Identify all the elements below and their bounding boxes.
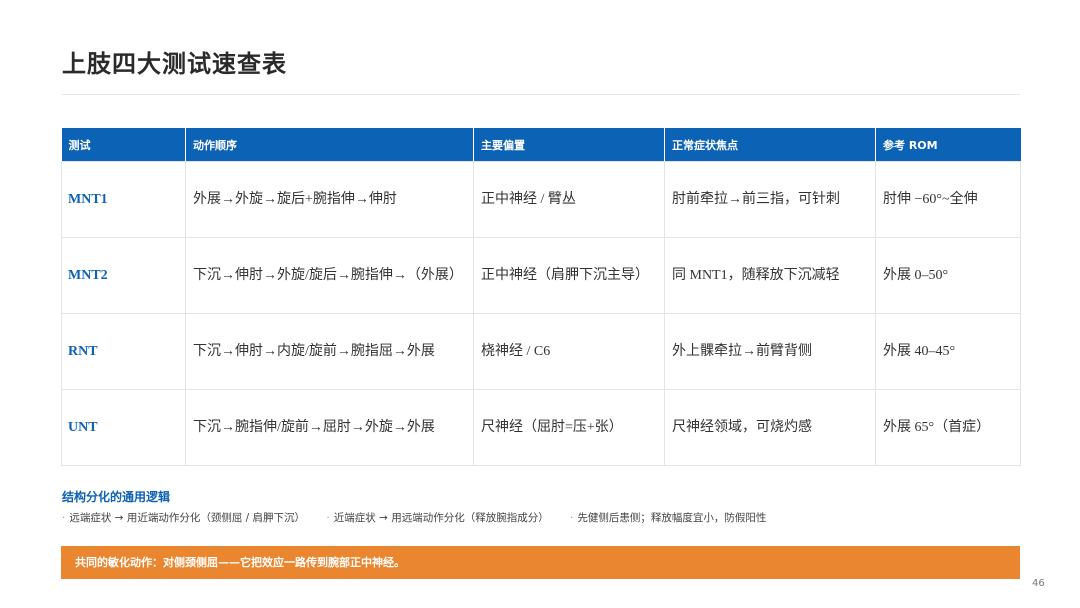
highlight-banner: 共同的敏化动作：对侧颈侧屈——它把效应一路传到腕部正中神经。 xyxy=(61,546,1020,579)
logic-section-title: 结构分化的通用逻辑 xyxy=(62,490,171,504)
logic-point-text: 先健侧后患侧；释放幅度宜小，防假阳性 xyxy=(577,512,767,524)
table-cell: 同 MNT1，随释放下沉减轻 xyxy=(664,237,876,314)
table-header-row: 测试 动作顺序 主要偏置 正常症状焦点 参考 ROM xyxy=(61,128,1021,162)
bullet-dot-icon: · xyxy=(570,512,574,524)
logic-point: · 先健侧后患侧；释放幅度宜小，防假阳性 xyxy=(570,512,766,524)
logic-point: · 近端症状 → 用远端动作分化（释放腕指成分） xyxy=(326,512,548,524)
table-cell: 外展 0–50° xyxy=(875,237,1021,314)
table-cell: 下沉→伸肘→外旋/旋后→腕指伸→（外展） xyxy=(185,237,474,314)
bullet-dot-icon: · xyxy=(326,512,330,524)
logic-point-text: 近端症状 → 用远端动作分化（释放腕指成分） xyxy=(333,512,549,524)
test-name-cell: RNT xyxy=(61,313,186,390)
table-row: MNT1 外展→外旋→旋后+腕指伸→伸肘 正中神经 / 臂丛 肘前牵拉→前三指，… xyxy=(61,161,1021,238)
table-cell: 肘前牵拉→前三指，可针刺 xyxy=(664,161,876,238)
test-name-cell: MNT1 xyxy=(61,161,186,238)
table-cell: 尺神经领域，可烧灼感 xyxy=(664,389,876,466)
table-row: UNT 下沉→腕指伸/旋前→屈肘→外旋→外展 尺神经（屈肘=压+张） 尺神经领域… xyxy=(61,389,1021,466)
logic-point-text: 远端症状 → 用近端动作分化（颈侧屈 / 肩胛下沉） xyxy=(69,512,306,524)
table-cell: 外上髁牵拉→前臂背侧 xyxy=(664,313,876,390)
table-cell: 外展 65°（首症） xyxy=(875,389,1021,466)
logic-points: · 远端症状 → 用近端动作分化（颈侧屈 / 肩胛下沉） · 近端症状 → 用远端动… xyxy=(62,510,784,525)
column-header: 动作顺序 xyxy=(185,128,474,162)
table-row: RNT 下沉→伸肘→内旋/旋前→腕指屈→外展 桡神经 / C6 外上髁牵拉→前臂… xyxy=(61,313,1021,390)
table-cell: 肘伸 −60°~全伸 xyxy=(875,161,1021,238)
table-cell: 正中神经（肩胛下沉主导） xyxy=(473,237,665,314)
bullet-dot-icon: · xyxy=(62,512,66,524)
title-divider xyxy=(62,94,1020,95)
page-title: 上肢四大测试速查表 xyxy=(62,50,287,78)
column-header: 主要偏置 xyxy=(473,128,665,162)
page-number: 46 xyxy=(1032,578,1045,589)
table-row: MNT2 下沉→伸肘→外旋/旋后→腕指伸→（外展） 正中神经（肩胛下沉主导） 同… xyxy=(61,237,1021,314)
table-cell: 外展 40–45° xyxy=(875,313,1021,390)
test-name-cell: UNT xyxy=(61,389,186,466)
test-name-cell: MNT2 xyxy=(61,237,186,314)
table-cell: 桡神经 / C6 xyxy=(473,313,665,390)
table-cell: 正中神经 / 臂丛 xyxy=(473,161,665,238)
table-cell: 下沉→腕指伸/旋前→屈肘→外旋→外展 xyxy=(185,389,474,466)
column-header: 参考 ROM xyxy=(875,128,1021,162)
column-header: 测试 xyxy=(61,128,186,162)
table-cell: 尺神经（屈肘=压+张） xyxy=(473,389,665,466)
table-cell: 下沉→伸肘→内旋/旋前→腕指屈→外展 xyxy=(185,313,474,390)
logic-point: · 远端症状 → 用近端动作分化（颈侧屈 / 肩胛下沉） xyxy=(62,512,305,524)
table-cell: 外展→外旋→旋后+腕指伸→伸肘 xyxy=(185,161,474,238)
quick-reference-table: 测试 动作顺序 主要偏置 正常症状焦点 参考 ROM MNT1 外展→外旋→旋后… xyxy=(61,128,1021,466)
column-header: 正常症状焦点 xyxy=(664,128,876,162)
